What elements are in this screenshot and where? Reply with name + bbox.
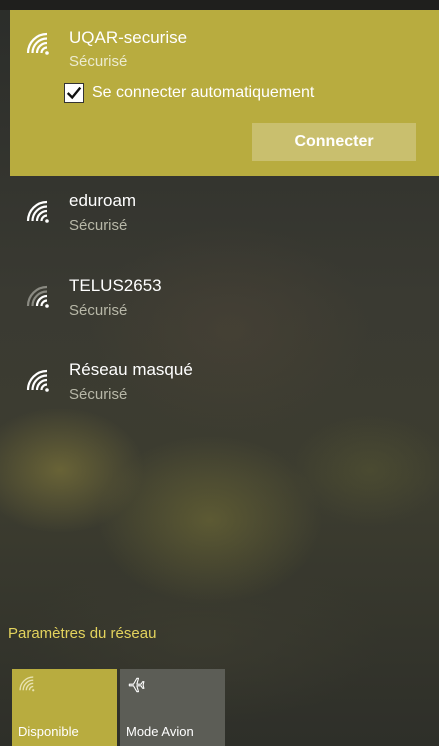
network-status: Sécurisé bbox=[69, 53, 128, 70]
network-status: Sécurisé bbox=[69, 386, 128, 403]
network-name: UQAR-securise bbox=[69, 28, 188, 47]
wifi-icon bbox=[25, 31, 51, 57]
network-name: TELUS2653 bbox=[69, 276, 162, 295]
airplane-icon bbox=[126, 675, 146, 700]
tile-label: Disponible bbox=[18, 724, 79, 739]
wifi-icon bbox=[18, 675, 36, 698]
wifi-icon bbox=[25, 368, 51, 394]
top-edge bbox=[0, 0, 439, 10]
network-status: Sécurisé bbox=[69, 302, 128, 319]
network-name: Réseau masqué bbox=[69, 360, 193, 379]
network-item-telus2653[interactable]: TELUS2653 Sécurisé bbox=[10, 268, 439, 338]
tile-label: Mode Avion bbox=[126, 724, 194, 739]
auto-connect-row[interactable]: Se connecter automatiquement bbox=[64, 83, 314, 103]
network-name: eduroam bbox=[69, 191, 137, 210]
wifi-toggle-tile[interactable]: Disponible bbox=[12, 669, 117, 746]
auto-connect-label: Se connecter automatiquement bbox=[92, 84, 315, 101]
network-settings-link[interactable]: Paramètres du réseau bbox=[8, 625, 156, 642]
airplane-mode-tile[interactable]: Mode Avion bbox=[120, 669, 225, 746]
auto-connect-checkbox[interactable] bbox=[64, 83, 84, 103]
network-item-selected[interactable]: UQAR-securise Sécurisé Se connecter auto… bbox=[10, 10, 439, 176]
wifi-weak-icon bbox=[25, 284, 51, 310]
wifi-icon bbox=[25, 199, 51, 225]
connect-button[interactable]: Connecter bbox=[252, 123, 416, 161]
network-item-eduroam[interactable]: eduroam Sécurisé bbox=[10, 183, 439, 253]
checkmark-icon bbox=[66, 86, 82, 100]
network-status: Sécurisé bbox=[69, 217, 128, 234]
network-item-hidden[interactable]: Réseau masqué Sécurisé bbox=[10, 352, 439, 422]
